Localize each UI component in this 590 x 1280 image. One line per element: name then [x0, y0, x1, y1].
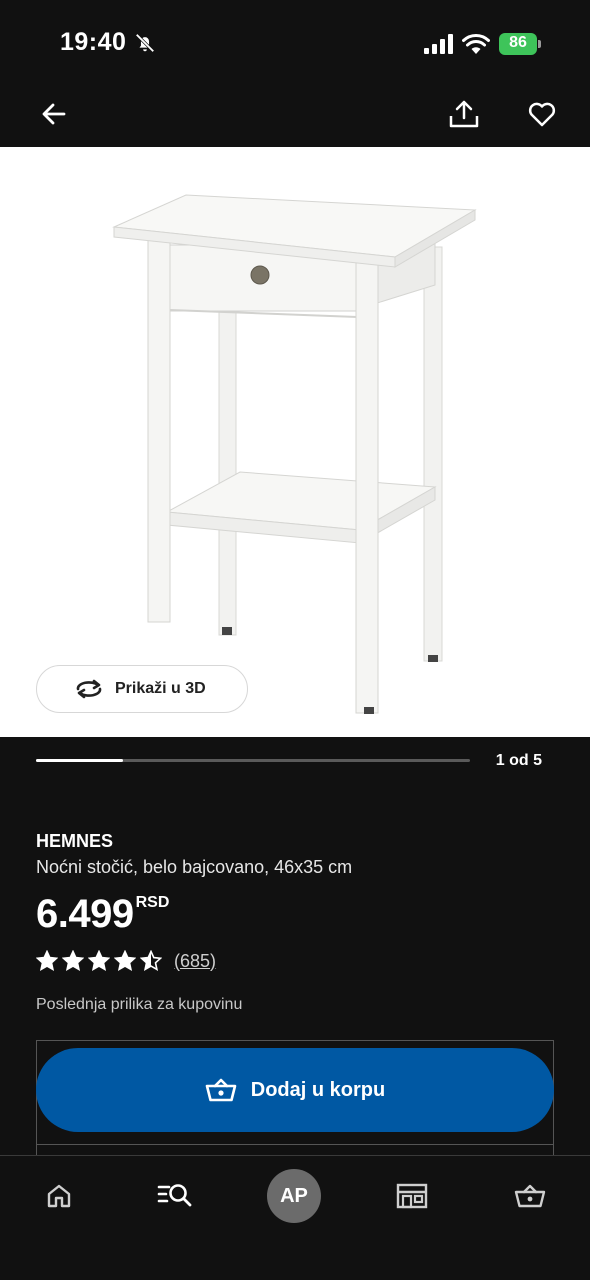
- progress-track: [36, 759, 470, 762]
- star-half-icon: [140, 950, 162, 971]
- app-bar: [0, 88, 590, 147]
- divider: [36, 1144, 554, 1145]
- nav-search[interactable]: [145, 1170, 205, 1222]
- status-bar: 19:40 86: [0, 0, 590, 88]
- bottom-navigation: AP: [0, 1155, 590, 1280]
- progress-fill: [36, 759, 123, 762]
- star-full-icon: [62, 950, 84, 971]
- bell-off-icon: [135, 33, 155, 53]
- add-to-cart-label: Dodaj u korpu: [250, 1078, 386, 1101]
- view-in-3d-label: Prikaži u 3D: [115, 680, 206, 697]
- price-amount: 6.499: [36, 892, 134, 936]
- nav-store[interactable]: [382, 1170, 442, 1222]
- store-icon: [396, 1183, 428, 1209]
- price: 6.499 RSD: [36, 890, 556, 938]
- nightstand-image: [112, 194, 477, 714]
- avatar: AP: [267, 1169, 321, 1223]
- nav-profile[interactable]: AP: [264, 1169, 324, 1223]
- back-right-leg: [423, 246, 443, 662]
- back-arrow-icon: [42, 103, 66, 125]
- heart-icon: [528, 102, 556, 127]
- back-button[interactable]: [34, 94, 74, 134]
- add-to-cart-button[interactable]: Dodaj u korpu: [36, 1048, 554, 1132]
- star-rating: [36, 950, 162, 972]
- shopping-basket-icon: [514, 1184, 546, 1208]
- star-full-icon: [114, 950, 136, 971]
- product-image-gallery[interactable]: Prikaži u 3D: [0, 147, 590, 737]
- back-left-leg: [218, 306, 237, 636]
- foot: [428, 655, 438, 662]
- share-icon: [449, 100, 479, 128]
- product-description: Noćni stočić, belo bajcovano, 46x35 cm: [36, 857, 353, 877]
- page-indicator: 1 od 5: [495, 752, 542, 769]
- battery-tip: [538, 40, 541, 48]
- nav-home[interactable]: [29, 1170, 89, 1222]
- view-in-3d-button[interactable]: Prikaži u 3D: [36, 665, 248, 713]
- drawer-knob: [250, 265, 270, 285]
- nav-cart[interactable]: [500, 1170, 560, 1222]
- foot: [222, 627, 232, 635]
- price-currency: RSD: [135, 894, 170, 911]
- home-icon: [47, 1184, 71, 1208]
- product-name: HEMNES: [36, 831, 114, 851]
- product-info: HEMNES Noćni stočić, belo bajcovano, 46x…: [36, 830, 556, 1014]
- signal-icon: [424, 34, 453, 54]
- rotate-3d-icon: [76, 679, 102, 699]
- gallery-progress: 1 od 5: [0, 737, 590, 789]
- front-left-leg: [147, 231, 171, 623]
- foot: [364, 707, 374, 714]
- star-full-icon: [88, 950, 110, 971]
- shopping-basket-icon: [205, 1078, 237, 1102]
- status-time: 19:40: [60, 28, 127, 56]
- share-button[interactable]: [444, 94, 484, 134]
- availability-note: Poslednja prilika za kupovinu: [36, 996, 243, 1013]
- review-count-link[interactable]: (685): [174, 951, 216, 972]
- star-full-icon: [36, 950, 58, 971]
- battery-level: 86: [509, 34, 527, 51]
- front-right-leg: [355, 262, 379, 714]
- rating[interactable]: (685): [36, 948, 556, 974]
- battery-icon: 86: [499, 33, 541, 55]
- wifi-icon: [462, 33, 490, 54]
- favorite-button[interactable]: [522, 94, 562, 134]
- search-list-icon: [157, 1184, 192, 1207]
